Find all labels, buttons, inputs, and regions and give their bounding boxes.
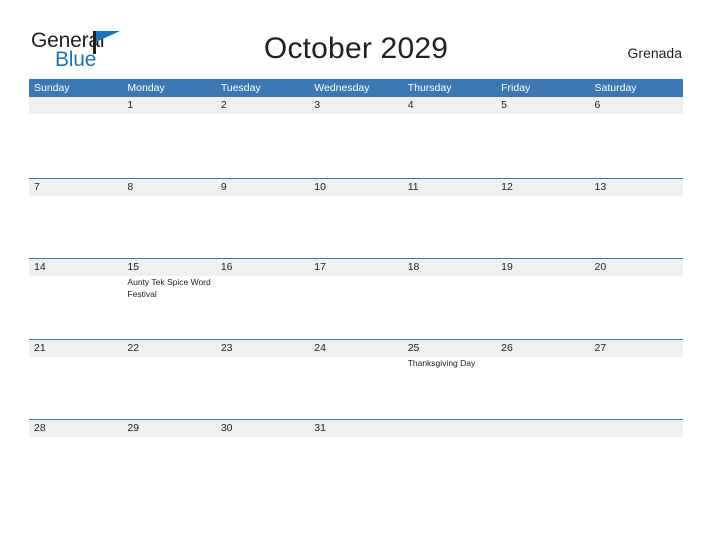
calendar-grid: Sunday Monday Tuesday Wednesday Thursday… xyxy=(29,79,683,500)
calendar-day-cell[interactable]: 30 xyxy=(216,420,309,500)
calendar-day-cell[interactable]: 22 xyxy=(122,340,215,420)
day-number: 6 xyxy=(594,99,601,111)
calendar-day-cell[interactable]: 1 xyxy=(122,97,215,178)
calendar-day-cell[interactable]: 25 Thanksgiving Day xyxy=(403,340,496,420)
day-number: 30 xyxy=(220,422,233,434)
page-title: October 2029 xyxy=(263,32,449,65)
day-number: 27 xyxy=(594,341,607,354)
day-number xyxy=(34,97,122,114)
calendar-page: General Blue October 2029 Grenada Sunday… xyxy=(0,0,712,550)
weekday-header-monday: Monday xyxy=(127,82,165,94)
calendar-day-cell[interactable]: 14 xyxy=(29,259,122,339)
day-number: 12 xyxy=(501,180,513,193)
day-number: 11 xyxy=(407,180,419,193)
weekday-header-thursday: Thursday xyxy=(407,82,452,94)
calendar-weeks: 1 2 3 4 5 6 7 8 9 10 11 12 13 14 15 Aunty Tek Spice Wor… xyxy=(29,97,683,500)
calendar-day-cell[interactable]: 16 xyxy=(216,259,309,339)
day-number xyxy=(501,420,589,437)
day-events: Thanksgiving Day xyxy=(408,357,496,370)
day-number: 14 xyxy=(34,261,46,273)
calendar-day-cell[interactable]: 15 Aunty Tek Spice Word Festival xyxy=(122,259,215,339)
calendar-week-cells: 14 15 Aunty Tek Spice Word Festival 16 17 18 1… xyxy=(29,259,683,339)
day-number: 2 xyxy=(220,99,227,111)
calendar-week-cells: 7 8 9 10 11 12 13 xyxy=(29,179,683,259)
day-number: 4 xyxy=(407,99,414,111)
day-number: 15 xyxy=(127,261,140,273)
event-label: Aunty Tek Spice Word Festival xyxy=(127,277,211,299)
day-number xyxy=(595,420,683,437)
calendar-week-row: 7 8 9 10 11 12 13 xyxy=(29,177,683,259)
day-number: 26 xyxy=(501,341,513,354)
weekday-header-wednesday: Wednesday xyxy=(314,82,370,94)
calendar-day-cell[interactable]: 17 xyxy=(309,259,402,339)
calendar-day-cell[interactable]: 24 xyxy=(309,340,402,420)
calendar-day-cell[interactable]: 13 xyxy=(590,179,683,259)
day-number: 8 xyxy=(127,180,134,193)
calendar-week-row: 28 29 30 31 xyxy=(29,419,683,500)
day-number: 1 xyxy=(127,99,134,111)
day-number: 9 xyxy=(220,180,227,193)
event-label: Thanksgiving Day xyxy=(407,357,476,368)
day-number: 22 xyxy=(127,341,140,354)
day-number: 25 xyxy=(407,341,420,354)
calendar-day-cell[interactable]: 18 xyxy=(403,259,496,339)
day-events: Aunty Tek Spice Word Festival xyxy=(127,276,215,300)
calendar-day-cell[interactable]: 2 xyxy=(216,97,309,178)
calendar-week-cells: 21 22 23 24 25 Thanksgiving Day 26 27 xyxy=(29,340,683,420)
calendar-day-cell[interactable]: 23 xyxy=(216,340,309,420)
day-number: 13 xyxy=(594,180,607,193)
calendar-day-cell[interactable]: 4 xyxy=(403,97,496,178)
calendar-day-cell[interactable]: 19 xyxy=(496,259,589,339)
calendar-day-cell[interactable]: 7 xyxy=(29,179,122,259)
calendar-day-cell[interactable]: 10 xyxy=(309,179,402,259)
calendar-day-cell[interactable]: 6 xyxy=(590,97,683,178)
weekday-header-sunday: Sunday xyxy=(34,82,70,94)
calendar-day-cell-empty xyxy=(29,97,122,178)
calendar-day-cell[interactable]: 3 xyxy=(309,97,402,178)
day-number: 28 xyxy=(34,422,46,434)
day-number: 17 xyxy=(314,261,326,273)
day-number: 18 xyxy=(407,261,420,273)
calendar-day-cell[interactable]: 28 xyxy=(29,420,122,500)
day-number: 16 xyxy=(220,261,233,273)
calendar-day-cell[interactable]: 9 xyxy=(216,179,309,259)
calendar-day-cell[interactable]: 11 xyxy=(403,179,496,259)
weekday-header-friday: Friday xyxy=(501,82,531,94)
calendar-day-cell[interactable]: 26 xyxy=(496,340,589,420)
page-header: General Blue October 2029 Grenada xyxy=(0,0,712,78)
calendar-week-row: 21 22 23 24 25 Thanksgiving Day 26 27 xyxy=(29,338,683,420)
calendar-week-row: 1 2 3 4 5 6 xyxy=(29,97,683,178)
weekday-header-tuesday: Tuesday xyxy=(220,82,261,94)
calendar-day-cell[interactable]: 21 xyxy=(29,340,122,420)
day-number xyxy=(408,420,496,437)
calendar-day-cell[interactable]: 12 xyxy=(496,179,589,259)
weekday-header-saturday: Saturday xyxy=(594,82,637,94)
calendar-day-cell-empty xyxy=(403,420,496,500)
day-number: 20 xyxy=(594,261,607,273)
day-number: 23 xyxy=(220,341,233,354)
day-number: 19 xyxy=(501,261,513,273)
calendar-day-cell-empty xyxy=(590,420,683,500)
calendar-week-cells: 1 2 3 4 5 6 xyxy=(29,97,683,178)
day-number: 3 xyxy=(314,99,321,111)
calendar-day-cell[interactable]: 31 xyxy=(309,420,402,500)
country-label: Grenada xyxy=(627,45,682,61)
calendar-day-cell[interactable]: 20 xyxy=(590,259,683,339)
calendar-day-cell[interactable]: 5 xyxy=(496,97,589,178)
calendar-day-cell[interactable]: 27 xyxy=(590,340,683,420)
calendar-day-cell[interactable]: 29 xyxy=(122,420,215,500)
day-number: 5 xyxy=(501,99,507,111)
calendar-week-row: 14 15 Aunty Tek Spice Word Festival 16 17 18 1… xyxy=(29,258,683,339)
calendar-day-cell-empty xyxy=(496,420,589,500)
calendar-week-cells: 28 29 30 31 xyxy=(29,420,683,500)
day-number: 7 xyxy=(34,180,40,193)
calendar-day-cell[interactable]: 8 xyxy=(122,179,215,259)
day-number: 31 xyxy=(314,422,326,434)
day-number: 24 xyxy=(314,341,326,354)
weekday-header-row: Sunday Monday Tuesday Wednesday Thursday… xyxy=(29,79,683,97)
day-number: 10 xyxy=(314,180,326,193)
day-number: 29 xyxy=(127,422,140,434)
day-number: 21 xyxy=(34,341,46,354)
